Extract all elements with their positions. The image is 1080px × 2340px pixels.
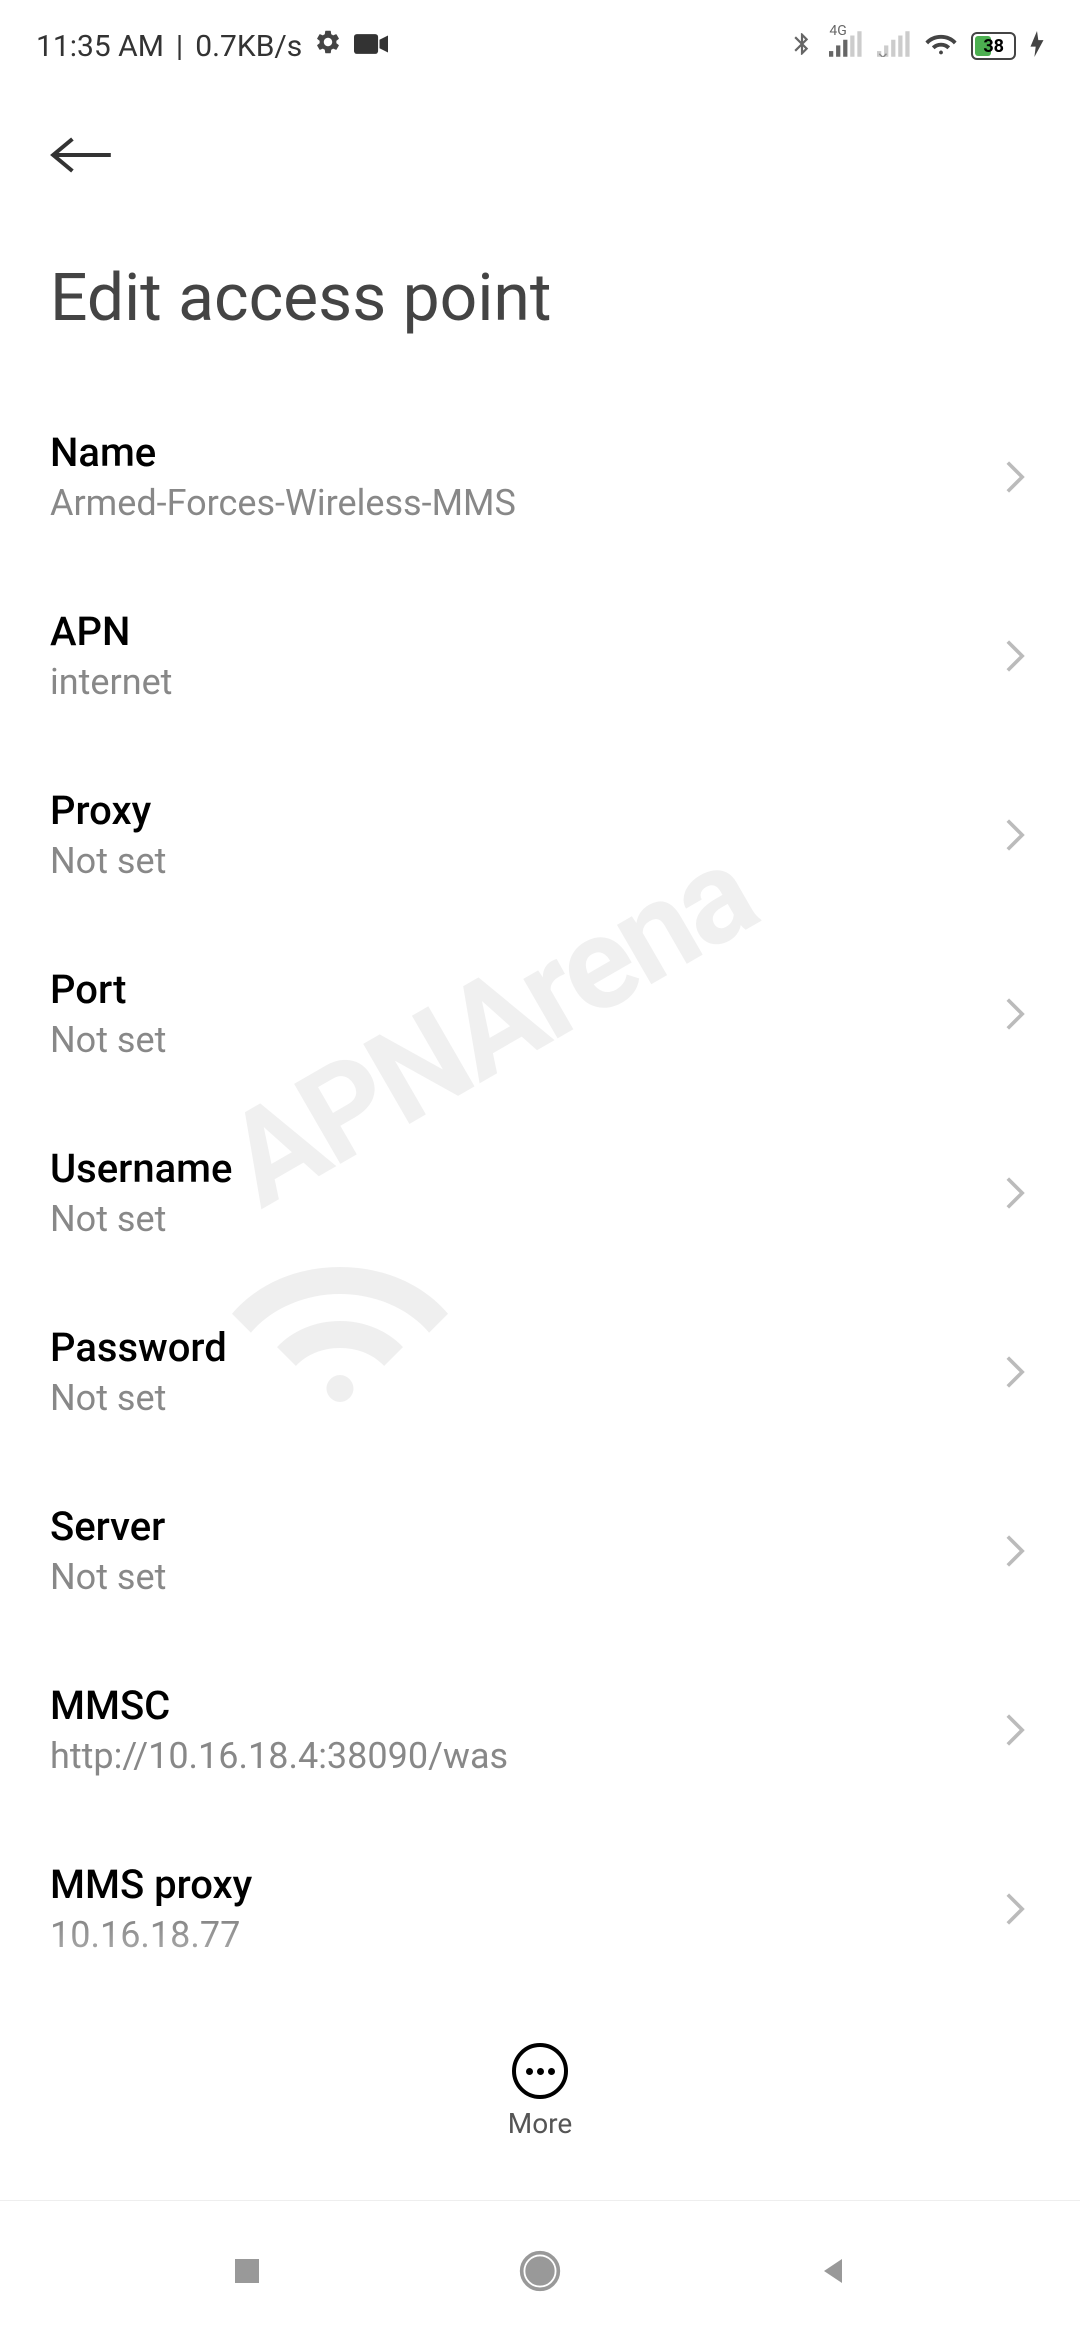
- setting-label: Server: [50, 1503, 1000, 1550]
- chevron-right-icon: [1000, 1357, 1030, 1387]
- setting-value: Not set: [50, 1556, 1000, 1598]
- setting-name[interactable]: Name Armed-Forces-Wireless-MMS: [50, 387, 1030, 566]
- navigation-bar: [0, 2200, 1080, 2340]
- setting-mmsc[interactable]: MMSC http://10.16.18.4:38090/was: [50, 1640, 1030, 1819]
- status-bar: 11:35 AM | 0.7KB/s 4G ✕ 38: [0, 0, 1080, 80]
- setting-label: MMSC: [50, 1682, 1000, 1729]
- nav-recents[interactable]: [222, 2246, 272, 2296]
- setting-value: Not set: [50, 1019, 1000, 1061]
- chevron-right-icon: [1000, 820, 1030, 850]
- setting-value: Not set: [50, 1377, 1000, 1419]
- setting-password[interactable]: Password Not set: [50, 1282, 1030, 1461]
- setting-value: Not set: [50, 1198, 1000, 1240]
- page-title: Edit access point: [0, 200, 1080, 387]
- setting-label: Proxy: [50, 787, 1000, 834]
- setting-label: APN: [50, 608, 1000, 655]
- status-right: 4G ✕ 38: [789, 28, 1044, 64]
- svg-text:✕: ✕: [877, 50, 889, 57]
- setting-value: Not set: [50, 840, 1000, 882]
- chevron-right-icon: [1000, 1894, 1030, 1924]
- chevron-right-icon: [1000, 641, 1030, 671]
- wifi-icon: [925, 31, 957, 61]
- header: [0, 80, 1080, 200]
- nav-back[interactable]: [808, 2246, 858, 2296]
- setting-port[interactable]: Port Not set: [50, 924, 1030, 1103]
- setting-value: 10.16.18.77: [50, 1914, 1000, 1956]
- chevron-right-icon: [1000, 1178, 1030, 1208]
- camera-icon: [354, 29, 388, 64]
- status-time: 11:35 AM: [36, 29, 164, 64]
- signal-no-sim-icon: ✕: [877, 31, 911, 61]
- signal-4g-icon: 4G: [829, 31, 863, 61]
- setting-username[interactable]: Username Not set: [50, 1103, 1030, 1282]
- status-left: 11:35 AM | 0.7KB/s: [36, 28, 388, 64]
- setting-label: MMS proxy: [50, 1861, 1000, 1908]
- battery-indicator: 38: [971, 32, 1016, 60]
- setting-server[interactable]: Server Not set: [50, 1461, 1030, 1640]
- setting-value: http://10.16.18.4:38090/was: [50, 1735, 1000, 1777]
- setting-label: Name: [50, 429, 1000, 476]
- nav-home[interactable]: [515, 2246, 565, 2296]
- setting-label: Port: [50, 966, 1000, 1013]
- setting-apn[interactable]: APN internet: [50, 566, 1030, 745]
- bluetooth-icon: [789, 28, 815, 64]
- status-network-speed: 0.7KB/s: [195, 29, 302, 64]
- gear-icon: [314, 28, 342, 64]
- setting-mms-proxy[interactable]: MMS proxy 10.16.18.77: [50, 1819, 1030, 1998]
- chevron-right-icon: [1000, 1715, 1030, 1745]
- setting-proxy[interactable]: Proxy Not set: [50, 745, 1030, 924]
- more-label: More: [508, 2107, 573, 2140]
- chevron-right-icon: [1000, 999, 1030, 1029]
- more-button[interactable]: [512, 2043, 568, 2099]
- chevron-right-icon: [1000, 462, 1030, 492]
- setting-value: internet: [50, 661, 1000, 703]
- back-button[interactable]: [50, 120, 120, 190]
- settings-list: Name Armed-Forces-Wireless-MMS APN inter…: [0, 387, 1080, 1998]
- charging-icon: [1030, 31, 1044, 61]
- setting-label: Username: [50, 1145, 1000, 1192]
- chevron-right-icon: [1000, 1536, 1030, 1566]
- setting-value: Armed-Forces-Wireless-MMS: [50, 482, 1000, 524]
- setting-label: Password: [50, 1324, 1000, 1371]
- bottom-more: More: [0, 2023, 1080, 2160]
